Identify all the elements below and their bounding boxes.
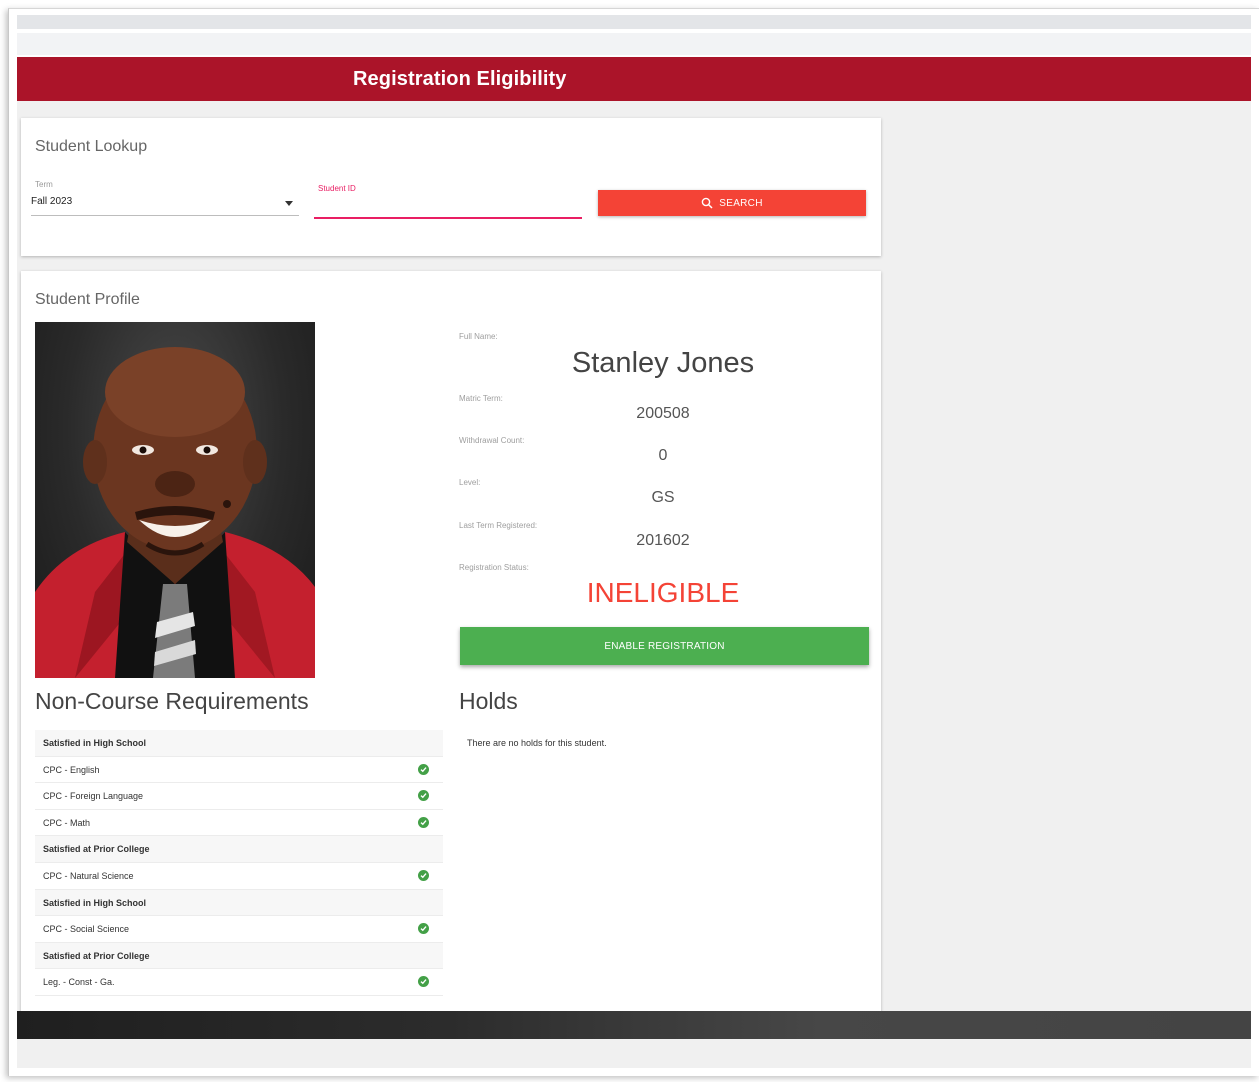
requirement-text: CPC - Social Science xyxy=(43,924,130,935)
last-term-label: Last Term Registered: xyxy=(459,521,538,530)
lookup-title: Student Lookup xyxy=(35,138,148,155)
footer-bar xyxy=(17,1011,1251,1039)
check-circle-icon xyxy=(418,816,429,828)
check-circle-icon xyxy=(418,923,429,935)
withdrawal-count-label: Withdrawal Count: xyxy=(459,436,525,445)
non-course-requirements-title: Non-Course Requirements xyxy=(35,688,309,714)
level-label: Level: xyxy=(459,478,481,487)
search-button-label: SEARCH xyxy=(719,197,763,209)
check-circle-icon xyxy=(418,763,429,775)
student-profile-card: Student Profile Full Name: Stanley Jones… xyxy=(21,271,881,1068)
requirement-text: CPC - English xyxy=(43,764,100,775)
student-portrait-image xyxy=(35,347,315,678)
registration-status-label: Registration Status: xyxy=(459,563,529,572)
holds-message: There are no holds for this student. xyxy=(467,738,607,748)
enable-registration-button[interactable]: ENABLE REGISTRATION xyxy=(460,627,869,665)
requirement-group-header: Satisfied in High School xyxy=(35,889,443,917)
page-title: Registration Eligibility xyxy=(353,68,567,90)
requirements-table: Satisfied in High School CPC - English CPC… xyxy=(35,730,443,996)
requirement-text: CPC - Foreign Language xyxy=(43,791,144,802)
full-name-label: Full Name: xyxy=(459,332,498,341)
matric-term-label: Matric Term: xyxy=(459,394,503,403)
registration-status-value: INELIGIBLE xyxy=(586,577,740,608)
full-name-value: Stanley Jones xyxy=(571,347,755,379)
requirement-row: CPC - Social Science xyxy=(35,916,443,943)
requirement-text: Satisfied in High School xyxy=(43,897,147,908)
check-circle-icon xyxy=(418,869,429,881)
requirement-group-header: Satisfied at Prior College xyxy=(35,836,443,863)
withdrawal-count-value: 0 xyxy=(658,447,668,464)
student-id-input[interactable] xyxy=(314,193,582,219)
requirement-text: Leg. - Const - Ga. xyxy=(43,977,115,988)
term-label: Term xyxy=(35,180,53,189)
browser-sub-strip xyxy=(17,33,1251,55)
search-button[interactable]: SEARCH xyxy=(598,190,866,216)
search-icon xyxy=(701,197,713,209)
student-lookup-card: Student Lookup xyxy=(21,118,881,256)
matric-term-value: 200508 xyxy=(636,405,690,422)
browser-top-strip xyxy=(17,15,1251,29)
footer-bottom xyxy=(17,1039,1251,1068)
requirement-text: Satisfied at Prior College xyxy=(43,950,150,961)
check-circle-icon xyxy=(418,976,429,988)
requirement-text: Satisfied in High School xyxy=(43,738,147,748)
app-container: Registration Eligibility Student Lookup … xyxy=(17,57,1251,1068)
term-select[interactable]: Fall 2023 xyxy=(31,191,299,216)
requirement-text: Satisfied at Prior College xyxy=(43,844,150,855)
requirement-text: CPC - Natural Science xyxy=(43,870,134,881)
requirement-group-header: Satisfied at Prior College xyxy=(35,942,443,970)
requirement-row: CPC - English xyxy=(35,757,443,784)
student-id-label: Student ID xyxy=(318,184,356,193)
requirement-text: CPC - Math xyxy=(43,817,91,828)
caret-down-icon xyxy=(285,201,293,206)
student-photo xyxy=(35,322,315,678)
check-circle-icon xyxy=(418,790,429,802)
level-value: GS xyxy=(651,489,675,506)
profile-title: Student Profile xyxy=(35,291,140,308)
term-select-value: Fall 2023 xyxy=(31,196,73,207)
requirement-row: CPC - Foreign Language xyxy=(35,783,443,810)
title-bar: Registration Eligibility xyxy=(17,57,1251,101)
last-term-value: 201602 xyxy=(636,532,690,549)
requirement-row: Leg. - Const - Ga. xyxy=(35,969,443,996)
holds-title: Holds xyxy=(459,688,518,714)
requirement-row: CPC - Natural Science xyxy=(35,863,443,890)
requirement-row: CPC - Math xyxy=(35,810,443,837)
requirement-group-header: Satisfied in High School xyxy=(35,730,443,757)
